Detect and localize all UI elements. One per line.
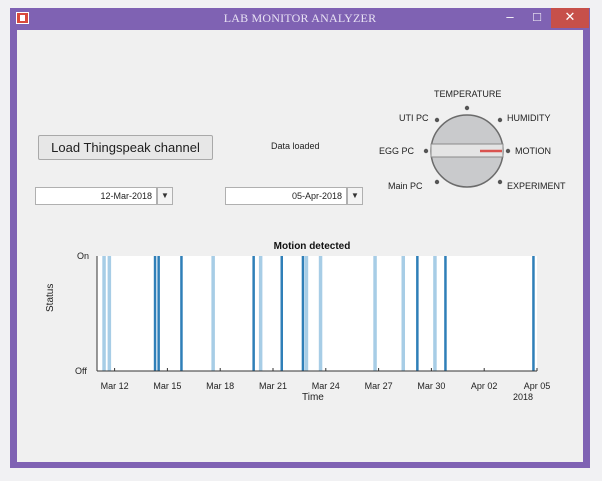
event-bar <box>416 256 419 371</box>
event-bar <box>180 256 183 371</box>
event-bar <box>107 256 112 371</box>
event-bar <box>532 256 535 371</box>
x-tick-label: Mar 21 <box>258 381 287 391</box>
x-tick-label: Apr 02 <box>470 381 498 391</box>
minimize-button[interactable]: – <box>497 8 523 28</box>
title-bar[interactable]: LAB MONITOR ANALYZER – □ ✕ <box>10 8 590 30</box>
event-bar <box>211 256 215 371</box>
y-tick-label-off: Off <box>75 366 87 376</box>
close-button[interactable]: ✕ <box>551 8 589 28</box>
x-axis-year-label: 2018 <box>513 392 534 402</box>
event-bar <box>258 256 263 371</box>
screenshot-frame: LAB MONITOR ANALYZER – □ ✕ Load Thingspe… <box>0 0 602 481</box>
maximize-button[interactable]: □ <box>524 8 550 28</box>
motion-chart <box>96 256 538 372</box>
x-tick-label: Mar 30 <box>417 381 446 391</box>
x-tick-label: Mar 24 <box>311 381 340 391</box>
y-tick-label-on: On <box>77 251 90 261</box>
x-tick-label: Mar 27 <box>364 381 393 391</box>
x-tick-label: Mar 15 <box>153 381 182 391</box>
event-bar <box>280 256 283 371</box>
event-bar <box>318 256 323 371</box>
event-bar <box>153 256 157 371</box>
event-bar <box>401 256 405 371</box>
event-bar <box>444 256 447 371</box>
x-tick-label: Apr 05 <box>523 381 551 391</box>
event-bar <box>304 256 309 371</box>
y-axis-label: Status <box>45 283 56 312</box>
event-bar <box>252 256 255 371</box>
app-window: LAB MONITOR ANALYZER – □ ✕ Load Thingspe… <box>10 8 590 468</box>
event-bar <box>102 256 106 371</box>
plot-area <box>97 256 537 371</box>
x-tick-label: Mar 12 <box>100 381 129 391</box>
event-bar <box>301 256 305 371</box>
event-bar <box>373 256 377 371</box>
event-bar <box>433 256 437 371</box>
x-axis-label: Time <box>302 392 324 403</box>
x-tick-label: Mar 18 <box>206 381 235 391</box>
event-bar <box>157 256 160 371</box>
figure-client-area: Load Thingspeak channel Data loaded 12-M… <box>17 30 583 462</box>
